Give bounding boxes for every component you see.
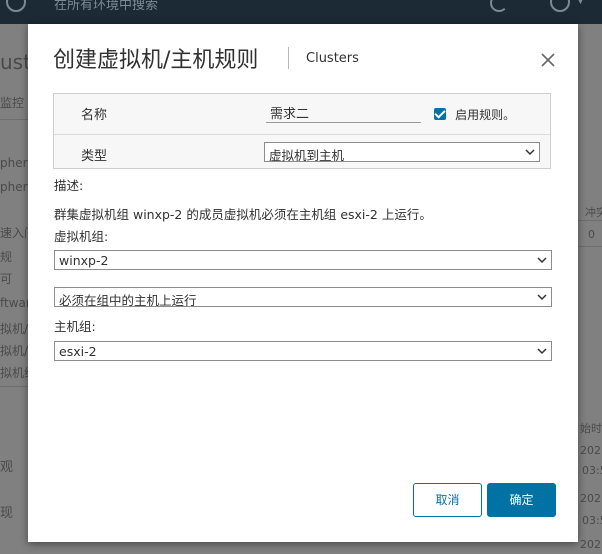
chevron-down-icon[interactable]: ▼ bbox=[577, 0, 584, 6]
rule-name-input[interactable] bbox=[266, 103, 421, 123]
description-label: 描述: bbox=[54, 178, 84, 193]
bg-divider bbox=[578, 220, 602, 221]
name-label: 名称 bbox=[81, 108, 108, 123]
title-separator bbox=[288, 47, 289, 69]
rule-type-value: 虚拟机到主机 bbox=[269, 148, 345, 163]
enable-rule-label: 启用规则。 bbox=[455, 108, 516, 122]
chevron-down-icon bbox=[537, 348, 547, 355]
bg-row-text: 现 bbox=[0, 506, 14, 521]
bg-divider bbox=[578, 246, 602, 247]
chevron-down-icon bbox=[525, 149, 535, 156]
bg-divider bbox=[0, 119, 28, 120]
dialog-title: 创建虚拟机/主机规则 bbox=[53, 48, 259, 73]
dialog-subtitle: Clusters bbox=[306, 51, 359, 66]
bg-cell: 0 bbox=[588, 228, 595, 241]
bg-tab-monitor: 监控 bbox=[0, 96, 25, 110]
bg-list-item: 规 bbox=[0, 250, 13, 264]
host-group-value: esxi-2 bbox=[59, 344, 97, 359]
vm-group-value: winxp-2 bbox=[59, 253, 109, 268]
type-label: 类型 bbox=[81, 149, 108, 164]
rule-condition-select[interactable]: 必须在组中的主机上运行 bbox=[54, 287, 552, 308]
bg-cell: 03:5 bbox=[582, 464, 602, 477]
rule-properties-box: 名称 启用规则。 类型 虚拟机到主机 bbox=[53, 93, 551, 169]
refresh-icon[interactable] bbox=[490, 0, 508, 12]
bg-column-header: 始时 bbox=[580, 422, 602, 435]
host-group-select[interactable]: esxi-2 bbox=[54, 341, 552, 361]
chevron-down-icon bbox=[537, 294, 547, 301]
bg-divider bbox=[0, 386, 28, 387]
enable-rule-toggle[interactable]: 启用规则。 bbox=[434, 104, 515, 123]
vm-group-label: 虚拟机组: bbox=[54, 229, 109, 244]
ok-button[interactable]: 确定 bbox=[487, 483, 556, 517]
top-navbar: 在所有环境中搜索 ▼ bbox=[0, 0, 602, 24]
rule-type-select[interactable]: 虚拟机到主机 bbox=[264, 142, 540, 163]
bg-cell: 2021/0 bbox=[580, 492, 602, 505]
rule-description: 群集虚拟机组 winxp-2 的成员虚拟机必须在主机组 esxi-2 上运行。 bbox=[54, 207, 432, 222]
chevron-down-icon bbox=[537, 257, 547, 264]
bg-cell: 03:5 bbox=[582, 514, 602, 527]
bg-list-item: 可 bbox=[0, 272, 13, 286]
bg-cell: 2021/0 bbox=[580, 538, 602, 551]
rule-condition-value: 必须在组中的主机上运行 bbox=[59, 293, 197, 308]
bg-row-text: 观 bbox=[0, 460, 14, 475]
host-group-label: 主机组: bbox=[54, 319, 96, 334]
global-search-input[interactable]: 在所有环境中搜索 bbox=[54, 0, 158, 13]
bg-cell: 2021/0 bbox=[580, 444, 602, 457]
enable-rule-checkbox[interactable] bbox=[434, 108, 446, 120]
props-divider bbox=[54, 134, 550, 135]
bg-column-header: 冲突 bbox=[585, 206, 602, 219]
create-vm-host-rule-dialog: 创建虚拟机/主机规则 Clusters 名称 启用规则。 类型 虚拟机到主机 描… bbox=[28, 24, 578, 542]
search-icon[interactable] bbox=[6, 0, 26, 12]
vm-group-select[interactable]: winxp-2 bbox=[54, 250, 552, 270]
help-icon[interactable] bbox=[550, 0, 570, 12]
cancel-button[interactable]: 取消 bbox=[413, 483, 482, 517]
close-icon[interactable] bbox=[539, 51, 557, 69]
